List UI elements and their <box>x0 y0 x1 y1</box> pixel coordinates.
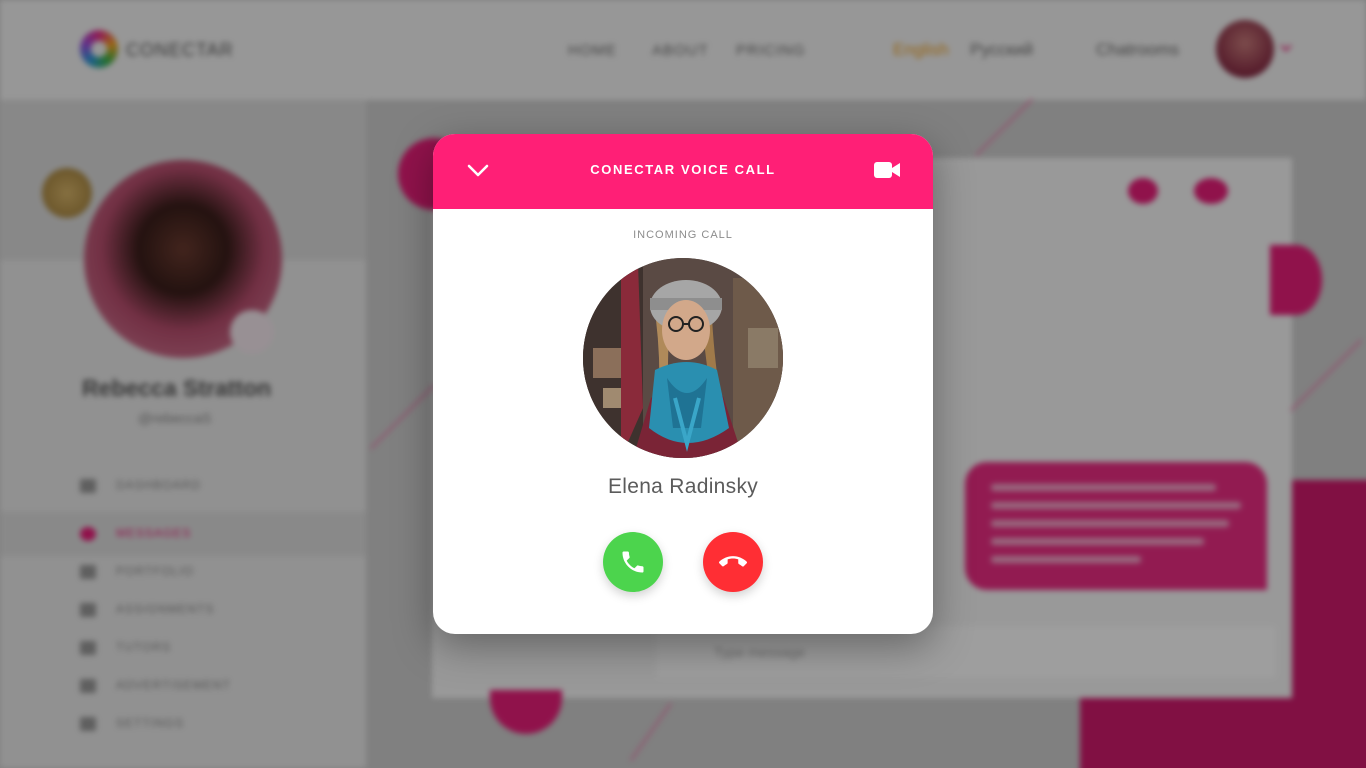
phone-icon <box>622 551 644 573</box>
decline-call-button[interactable] <box>703 532 763 592</box>
call-status: INCOMING CALL <box>633 229 733 241</box>
video-call-button[interactable] <box>873 160 903 182</box>
caller-avatar <box>583 258 783 458</box>
voice-call-modal: CONECTAR VOICE CALL INCOMING CALL Elena … <box>433 134 933 634</box>
caller-name: Elena Radinsky <box>607 475 759 498</box>
modal-title: CONECTAR VOICE CALL <box>590 162 776 177</box>
modal-header: CONECTAR VOICE CALL <box>433 134 933 209</box>
caller-photo <box>583 258 783 458</box>
accept-call-button[interactable] <box>603 532 663 592</box>
phone-hangup-icon <box>719 556 747 567</box>
video-camera-icon <box>874 162 900 178</box>
